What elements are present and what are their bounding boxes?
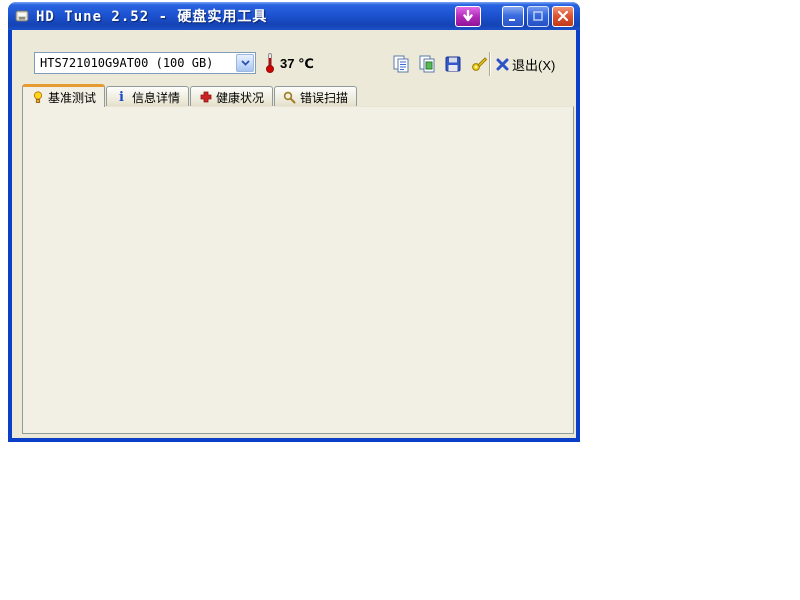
benchmark-panel [22,106,574,434]
tab-info[interactable]: i 信息详情 [106,86,189,107]
tab-health[interactable]: 健康状况 [190,86,273,107]
maximize-icon[interactable] [527,6,549,27]
magnifier-icon [283,91,296,104]
minimize-icon[interactable] [502,6,524,27]
tab-health-label: 健康状况 [216,89,264,106]
hdtune-window: HD Tune 2.52 - 硬盘实用工具 HTS721010G9AT00 (1… [8,2,580,442]
close-icon[interactable] [552,6,574,27]
tab-info-label: 信息详情 [132,89,180,106]
chevron-down-icon[interactable] [236,54,254,72]
copy-image-icon[interactable] [415,52,439,76]
toolbar-separator [489,52,491,76]
tab-error-scan[interactable]: 错误扫描 [274,86,357,107]
bulb-icon [31,91,44,104]
thermometer-icon [264,52,276,74]
options-icon[interactable] [467,52,491,76]
save-icon[interactable] [441,52,465,76]
tab-strip: 基准测试 i 信息详情 健康状况 错误扫描 [22,84,358,107]
health-cross-icon [199,91,212,103]
tab-benchmark-label: 基准测试 [48,89,96,106]
exit-x-icon [496,58,509,71]
drive-select-dropdown[interactable]: HTS721010G9AT00 (100 GB) [34,52,256,74]
title-bar[interactable]: HD Tune 2.52 - 硬盘实用工具 [8,2,580,30]
copy-text-icon[interactable] [389,52,413,76]
exit-button[interactable]: 退出(X) [496,52,555,76]
exit-label: 退出(X) [512,55,555,74]
tab-error-scan-label: 错误扫描 [300,89,348,106]
drive-select-value: HTS721010G9AT00 (100 GB) [35,56,236,70]
app-icon [14,8,30,24]
tab-benchmark[interactable]: 基准测试 [22,84,105,107]
temperature-value: 37 ℃ [280,56,314,72]
download-arrow-icon[interactable] [455,6,481,27]
window-title: HD Tune 2.52 - 硬盘实用工具 [36,6,267,26]
info-icon: i [115,92,128,103]
